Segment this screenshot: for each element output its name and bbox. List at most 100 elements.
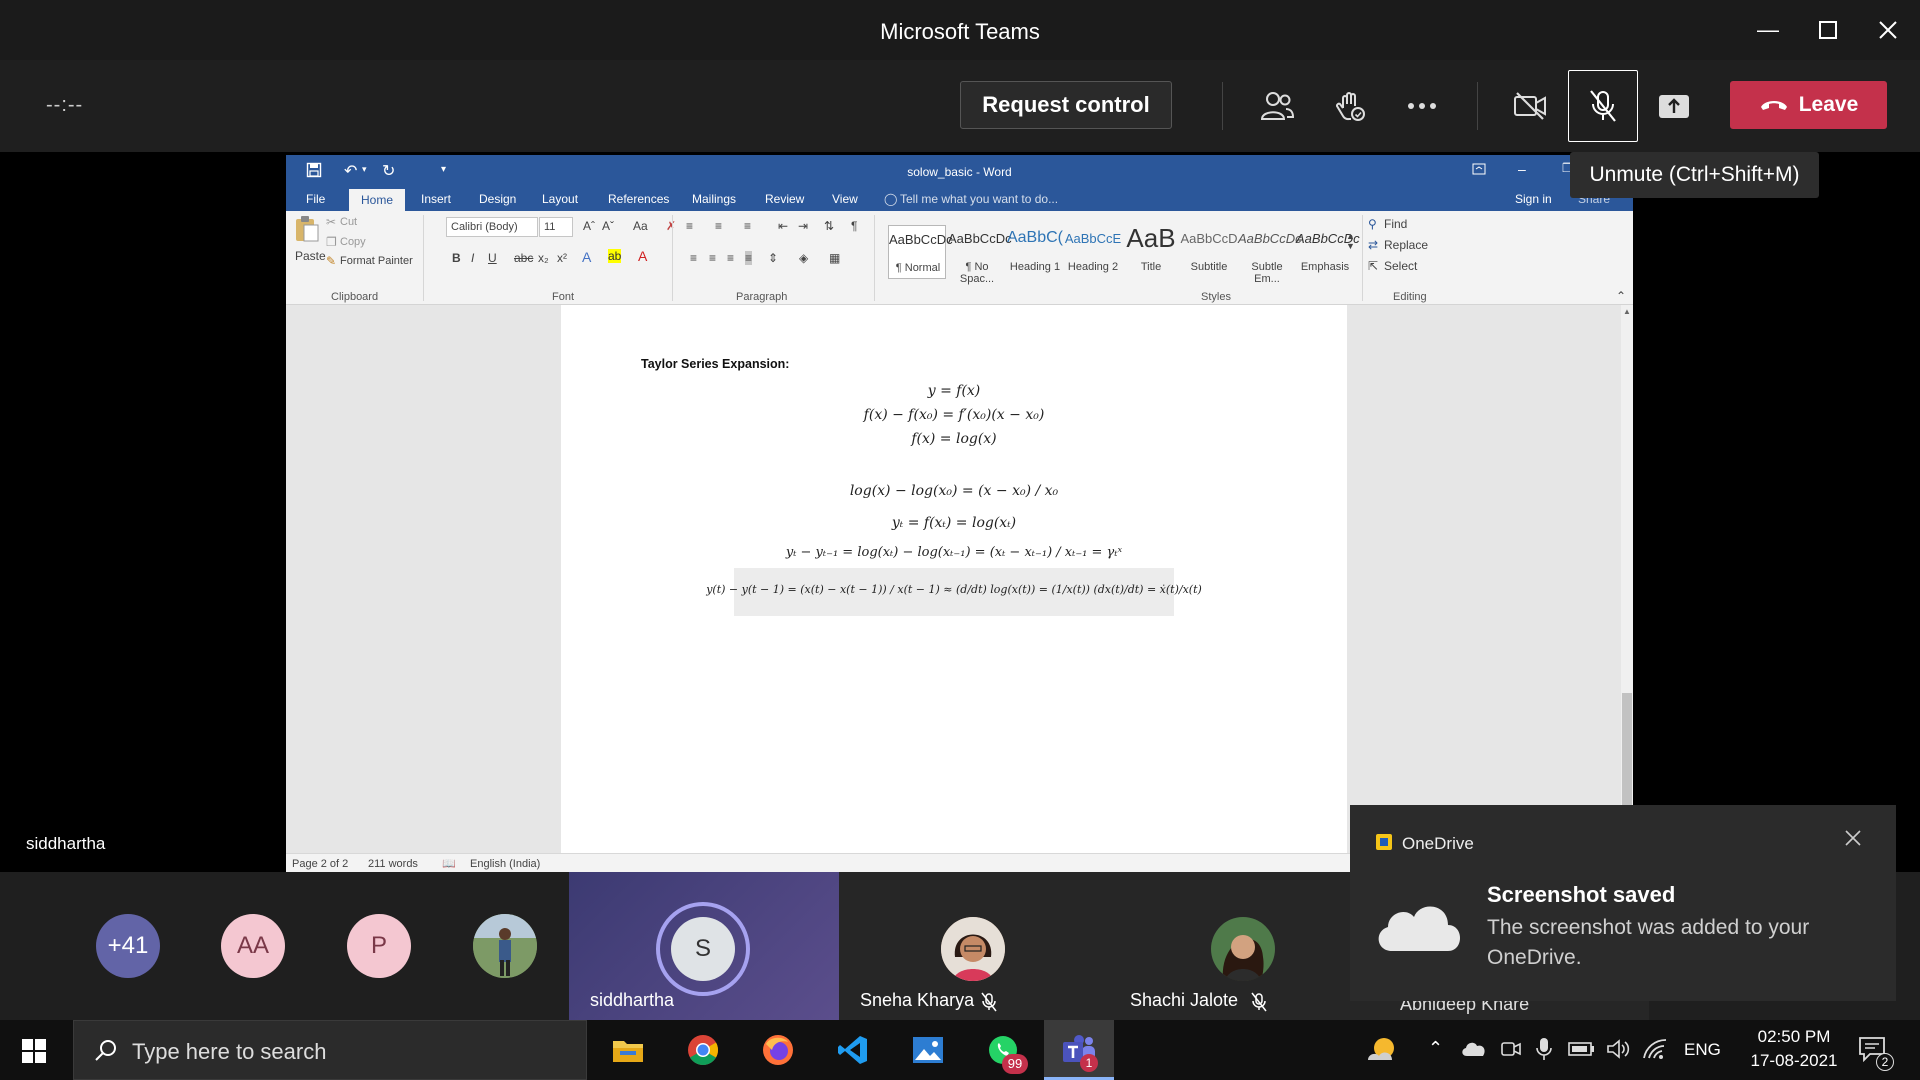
clock[interactable]: 02:50 PM 17-08-2021 [1736,1025,1852,1073]
camera-toggle-button[interactable] [1506,82,1554,130]
style-heading-1[interactable]: AaBbC( Heading 1 [1006,225,1064,279]
shrink-font-icon[interactable]: Aˇ [602,219,614,233]
ribbon-display-options-icon[interactable] [1472,163,1486,178]
photos-icon[interactable] [908,1030,948,1070]
battery-icon[interactable] [1568,1040,1596,1063]
select-button[interactable]: Select [1384,259,1417,273]
language-status[interactable]: English (India) [470,858,540,870]
numbering-icon[interactable]: ≡ [715,219,722,233]
sort-icon[interactable]: ⇅ [824,219,834,233]
change-case-icon[interactable]: Aa [633,219,648,233]
grow-font-icon[interactable]: Aˆ [583,219,595,233]
vertical-scrollbar[interactable]: ▲ [1621,305,1633,853]
onedrive-tray-icon[interactable] [1461,1040,1487,1063]
collapse-ribbon-icon[interactable]: ⌃ [1616,289,1626,303]
tab-insert[interactable]: Insert [421,192,451,206]
style-heading-2[interactable]: AaBbCcE Heading 2 [1064,225,1122,279]
underline-icon[interactable]: U [488,251,497,265]
tab-design[interactable]: Design [479,192,516,206]
share-content-button[interactable] [1650,82,1698,130]
vscode-icon[interactable] [833,1030,873,1070]
document-page[interactable]: Taylor Series Expansion: y = f(x) f(x) −… [561,305,1347,853]
italic-icon[interactable]: I [471,251,474,265]
tab-mailings[interactable]: Mailings [692,192,736,206]
page-count[interactable]: Page 2 of 2 [292,858,348,870]
style-no-spacing[interactable]: AaBbCcDc ¶ No Spac... [948,225,1012,285]
tab-view[interactable]: View [832,192,858,206]
tab-file[interactable]: File [306,192,325,206]
style-title[interactable]: AaB Title [1122,223,1180,279]
subscript-icon[interactable]: x₂ [538,251,549,265]
windows-start-icon[interactable] [22,1039,46,1068]
find-button[interactable]: Find [1384,217,1407,231]
strikethrough-icon[interactable]: abc [514,251,533,265]
microphone-in-use-icon[interactable] [1536,1037,1552,1066]
highlight-icon[interactable]: ab [608,249,622,263]
raise-hand-button[interactable] [1326,82,1374,130]
more-actions-button[interactable] [1398,82,1446,130]
line-spacing-icon[interactable]: ⇕ [768,251,778,265]
participants-button[interactable] [1253,82,1301,130]
tab-home[interactable]: Home [349,189,405,211]
styles-gallery-scroll-icon[interactable]: ▲ ▼ [1346,231,1355,251]
participant-avatar[interactable]: AA [221,914,285,978]
style-subtitle[interactable]: AaBbCcD Subtitle [1180,225,1238,279]
style-subtle-emphasis[interactable]: AaBbCcDc Subtle Em... [1238,225,1302,285]
tab-review[interactable]: Review [765,192,804,206]
text-effects-icon[interactable]: A [582,249,591,265]
copy-button[interactable]: Copy [340,236,366,248]
show-formatting-icon[interactable]: ¶ [851,219,857,233]
borders-icon[interactable]: ▦ [829,251,840,265]
proofing-icon[interactable]: 📖 [442,857,456,870]
shading-icon[interactable]: ◈ [799,251,808,265]
participant-avatar[interactable]: P [347,914,411,978]
tab-layout[interactable]: Layout [542,192,578,206]
weather-icon[interactable] [1366,1034,1400,1071]
request-control-button[interactable]: Request control [960,81,1172,129]
word-count[interactable]: 211 words [368,858,418,870]
replace-button[interactable]: Replace [1384,238,1428,252]
increase-indent-icon[interactable]: ⇥ [798,219,808,233]
decrease-indent-icon[interactable]: ⇤ [778,219,788,233]
align-right-icon[interactable]: ≡ [727,251,734,265]
show-hidden-icons-icon[interactable]: ⌃ [1428,1038,1443,1059]
align-left-icon[interactable]: ≡ [690,251,697,265]
format-painter-button[interactable]: Format Painter [340,255,413,267]
paste-icon[interactable] [294,215,320,246]
participant-tile[interactable]: Shachi Jalote [1109,872,1379,1020]
paste-label[interactable]: Paste [295,249,326,263]
wifi-icon[interactable] [1642,1038,1668,1065]
align-center-icon[interactable]: ≡ [709,251,716,265]
bold-icon[interactable]: B [452,251,461,265]
tell-me-box[interactable]: Tell me what you want to do... [900,192,1058,206]
participant-tile[interactable]: Sneha Kharya [839,872,1109,1020]
teams-taskbar-button[interactable]: 1 [1044,1020,1114,1080]
multilevel-list-icon[interactable]: ≡ [744,219,751,233]
chrome-icon[interactable] [683,1030,723,1070]
participant-tile-active[interactable]: S siddhartha [569,872,839,1020]
superscript-icon[interactable]: x² [557,251,567,265]
overflow-participants-button[interactable]: +41 [96,914,160,978]
font-size-box[interactable]: 11 [539,217,573,237]
volume-icon[interactable] [1606,1039,1630,1064]
bullets-icon[interactable]: ≡ [686,219,693,233]
minimize-button[interactable]: — [1748,12,1788,48]
style-normal[interactable]: AaBbCcDc ¶ Normal [888,225,953,279]
tab-references[interactable]: References [608,192,669,206]
participant-photo-avatar[interactable] [473,914,537,978]
onedrive-notification[interactable]: OneDrive Screenshot saved The screenshot… [1350,805,1896,1001]
word-minimize-button[interactable]: – [1518,161,1526,177]
font-color-icon[interactable]: A [638,248,647,264]
meet-now-icon[interactable] [1500,1038,1522,1065]
maximize-button[interactable] [1808,12,1848,48]
scroll-up-icon[interactable]: ▲ [1623,307,1631,316]
sign-in-link[interactable]: Sign in [1515,192,1552,206]
close-window-button[interactable] [1868,12,1908,48]
leave-button[interactable]: Leave [1730,81,1887,129]
file-explorer-icon[interactable] [608,1030,648,1070]
taskbar-search-box[interactable]: Type here to search [73,1020,587,1080]
justify-icon[interactable]: ≡ [745,251,753,265]
cut-button[interactable]: Cut [340,216,357,228]
firefox-icon[interactable] [758,1030,798,1070]
microphone-toggle-button[interactable] [1568,70,1638,142]
